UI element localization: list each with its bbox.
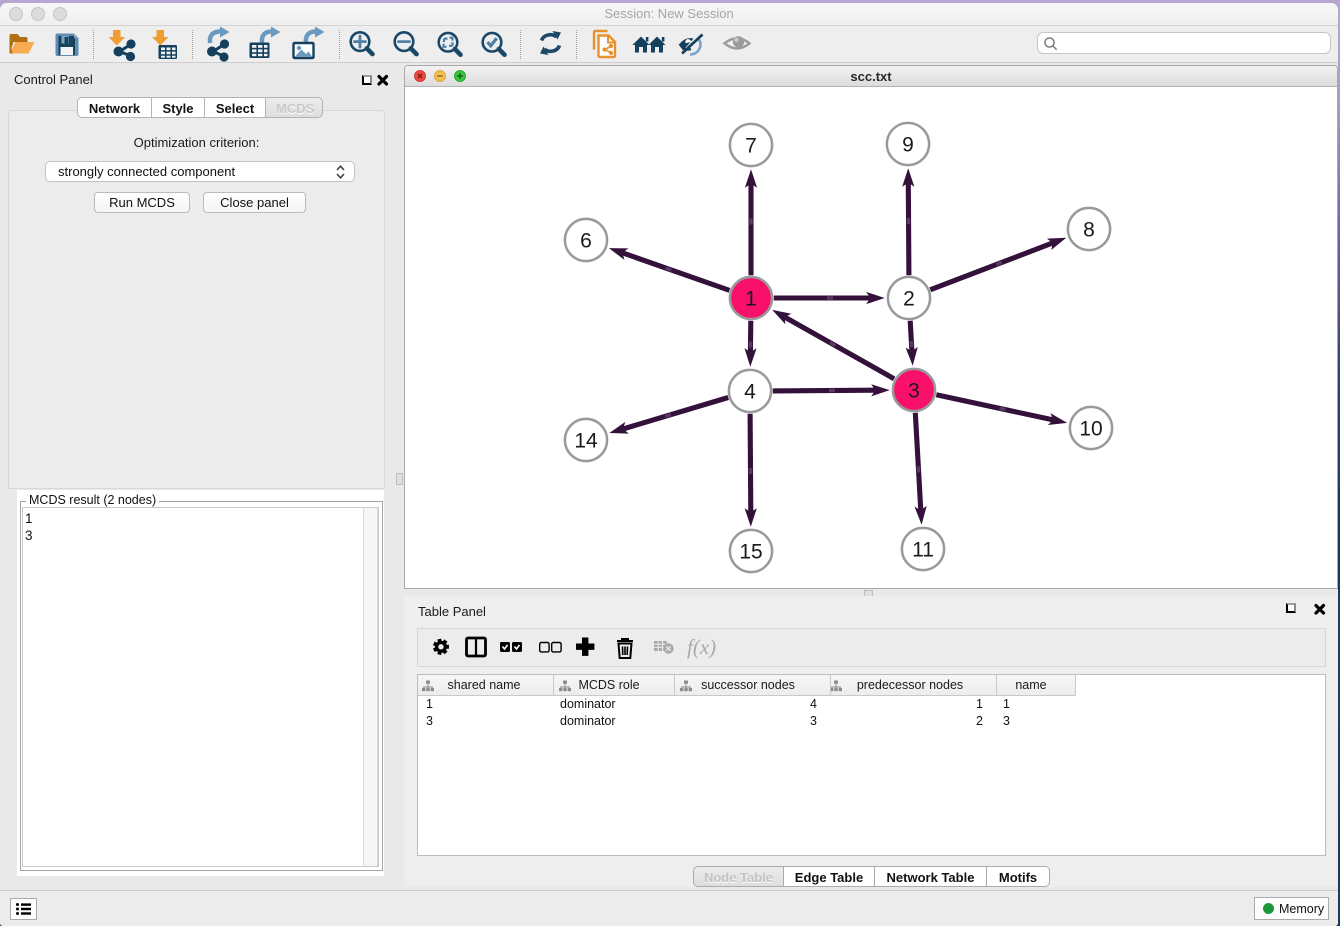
svg-text:7: 7 <box>745 135 757 158</box>
svg-text:9: 9 <box>902 134 914 157</box>
svg-text:1: 1 <box>745 288 757 311</box>
svg-text:8: 8 <box>1083 219 1095 242</box>
svg-text:14: 14 <box>574 430 598 453</box>
svg-text:10: 10 <box>1079 418 1102 441</box>
svg-text:f(x): f(x) <box>687 635 716 659</box>
svg-text:15: 15 <box>739 541 762 564</box>
svg-text:11: 11 <box>912 539 934 562</box>
svg-text:3: 3 <box>908 380 920 403</box>
svg-text:6: 6 <box>580 230 592 253</box>
svg-text:2: 2 <box>903 288 915 311</box>
svg-text:4: 4 <box>744 381 756 404</box>
